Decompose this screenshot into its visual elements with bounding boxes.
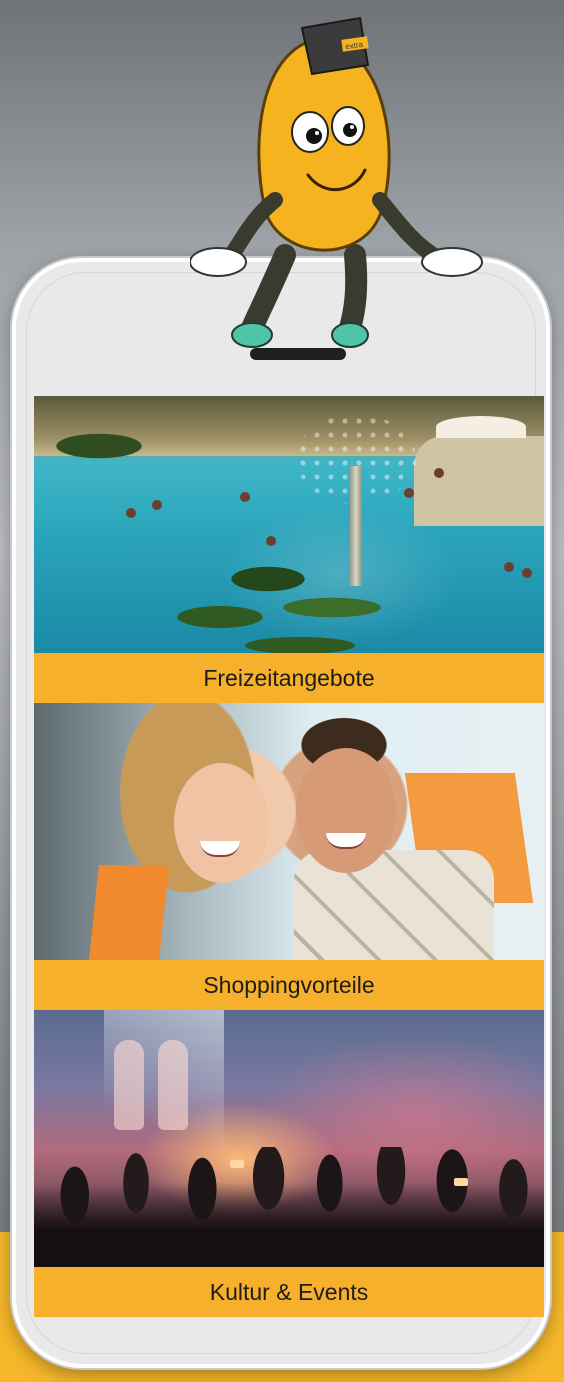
concert-crowd-photo [34, 1010, 544, 1267]
tile-kultur-events[interactable]: Kultur & Events [34, 1010, 544, 1317]
lightbulb-mascot-icon: extra [190, 16, 483, 348]
couple-shopping-photo [34, 703, 544, 960]
phone-frame: Freizeitangebote Shoppingvorteile Kultur… [12, 258, 550, 1368]
tile-label: Freizeitangebote [34, 653, 544, 703]
tile-label: Shoppingvorteile [34, 960, 544, 1010]
tile-shoppingvorteile[interactable]: Shoppingvorteile [34, 703, 544, 1010]
tile-freizeitangebote[interactable]: Freizeitangebote [34, 396, 544, 703]
tile-label: Kultur & Events [34, 1267, 544, 1317]
phone-screen: Freizeitangebote Shoppingvorteile Kultur… [34, 396, 544, 1317]
swimming-pool-photo [34, 396, 544, 653]
